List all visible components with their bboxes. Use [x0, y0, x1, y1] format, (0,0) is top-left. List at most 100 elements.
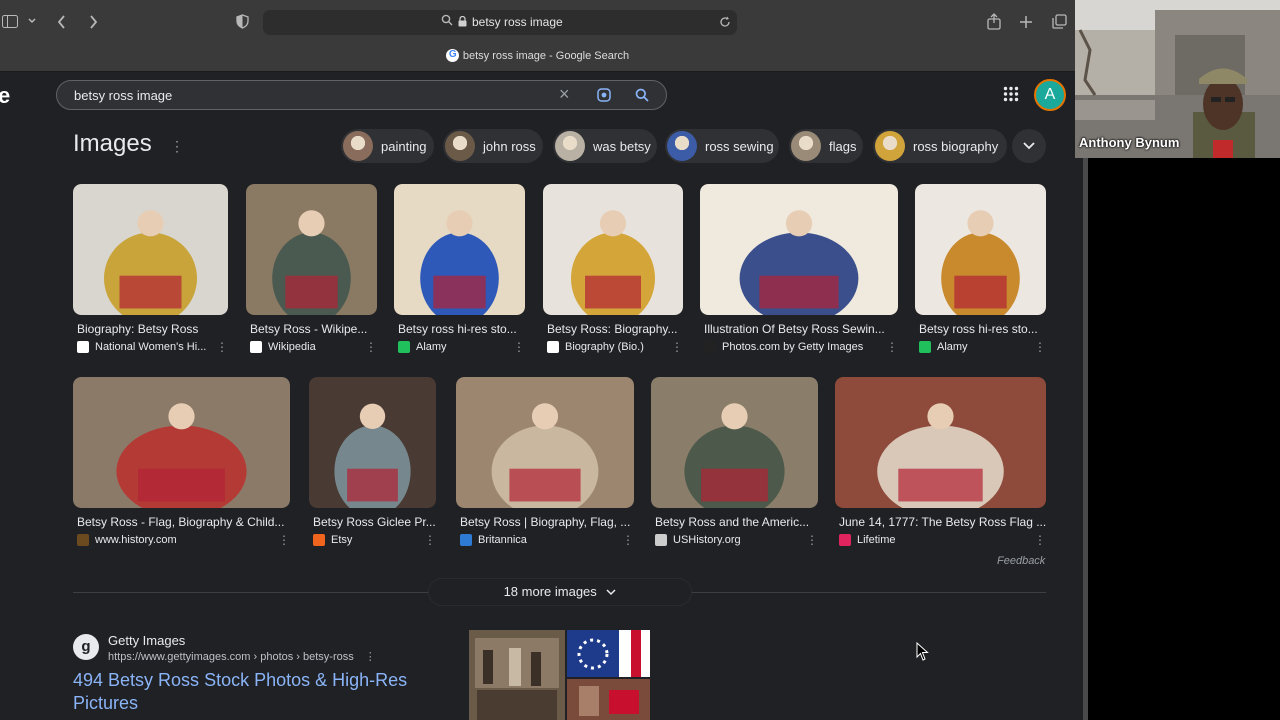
image-source[interactable]: www.history.com [77, 534, 177, 546]
chip-flags[interactable]: flags [789, 129, 863, 163]
image-source[interactable]: Alamy [919, 341, 968, 353]
source-favicon-icon [460, 534, 472, 546]
more-options-icon[interactable]: ⋮ [170, 139, 184, 153]
account-avatar[interactable]: A [1034, 79, 1066, 111]
chips-expand-button[interactable] [1012, 129, 1046, 163]
image-source[interactable]: Lifetime [839, 534, 896, 546]
chip-john-ross[interactable]: john ross [443, 129, 543, 163]
chevron-down-icon[interactable] [28, 18, 36, 24]
chip-ross-biography[interactable]: ross biography [873, 129, 1007, 163]
image-result[interactable]: Betsy Ross - Wikipe... Wikipedia ⋮ [246, 184, 383, 371]
image-result[interactable]: Betsy Ross: Biography... Biography (Bio.)… [543, 184, 689, 371]
google-results-page: e betsy ross image × A Images ⋮ painting… [0, 73, 1088, 720]
image-title[interactable]: Betsy Ross Giclee Pr... [313, 515, 444, 529]
image-title[interactable]: Betsy Ross - Wikipe... [250, 322, 385, 336]
shield-icon[interactable] [236, 14, 249, 29]
image-thumbnail[interactable] [456, 377, 634, 508]
result-site-name[interactable]: Getty Images [108, 633, 185, 648]
participant-name: Anthony Bynum [1079, 135, 1180, 150]
image-title[interactable]: Betsy Ross: Biography... [547, 322, 691, 336]
image-thumbnail[interactable] [700, 184, 898, 315]
image-title[interactable]: Betsy Ross and the Americ... [655, 515, 826, 529]
source-name: Alamy [937, 341, 968, 353]
image-source[interactable]: Photos.com by Getty Images [704, 341, 863, 353]
image-title[interactable]: Betsy Ross | Biography, Flag, ... [460, 515, 642, 529]
search-icon[interactable] [635, 88, 649, 102]
image-result[interactable]: Biography: Betsy Ross National Women's Hi… [73, 184, 234, 371]
image-thumbnail[interactable] [394, 184, 525, 315]
result-thumbnails[interactable] [469, 630, 650, 720]
google-logo[interactable]: e [0, 83, 10, 109]
image-result[interactable]: Betsy ross hi-res sto... Alamy ⋮ [915, 184, 1052, 371]
image-result[interactable]: Illustration Of Betsy Ross Sewin... Photo… [700, 184, 904, 371]
chip-was-betsy[interactable]: was betsy [553, 129, 657, 163]
forward-icon[interactable] [89, 15, 98, 29]
more-options-icon[interactable]: ⋮ [365, 651, 376, 663]
chip-ross-sewing[interactable]: ross sewing [665, 129, 779, 163]
image-source[interactable]: Biography (Bio.) [547, 341, 644, 353]
image-thumbnail[interactable] [915, 184, 1046, 315]
images-heading: Images [73, 130, 152, 157]
image-result[interactable]: Betsy Ross and the Americ... USHistory.or… [651, 377, 824, 564]
source-favicon-icon [919, 341, 931, 353]
image-title[interactable]: Betsy ross hi-res sto... [919, 322, 1054, 336]
screen: betsy ross image betsy ross image - Goog… [0, 0, 1280, 720]
more-options-icon[interactable]: ⋮ [216, 340, 228, 354]
search-input[interactable]: betsy ross image [74, 88, 172, 103]
more-options-icon[interactable]: ⋮ [278, 533, 290, 547]
image-thumbnail[interactable] [73, 184, 228, 315]
back-icon[interactable] [57, 15, 66, 29]
more-options-icon[interactable]: ⋮ [1034, 533, 1046, 547]
reload-icon[interactable] [719, 16, 731, 28]
image-source[interactable]: Wikipedia [250, 341, 316, 353]
chip-painting[interactable]: painting [341, 129, 434, 163]
image-result[interactable]: Betsy Ross Giclee Pr... Etsy ⋮ [309, 377, 442, 564]
more-options-icon[interactable]: ⋮ [513, 340, 525, 354]
image-thumbnail[interactable] [835, 377, 1046, 508]
image-thumbnail[interactable] [651, 377, 818, 508]
image-result[interactable]: Betsy Ross | Biography, Flag, ... Britann… [456, 377, 640, 564]
chip-label: john ross [483, 139, 536, 154]
image-thumbnail[interactable] [543, 184, 683, 315]
address-bar[interactable]: betsy ross image [263, 10, 737, 35]
image-title[interactable]: Illustration Of Betsy Ross Sewin... [704, 322, 906, 336]
more-images-button[interactable]: 18 more images [428, 578, 692, 606]
image-source[interactable]: Etsy [313, 534, 352, 546]
share-icon[interactable] [987, 13, 1001, 30]
image-thumbnail[interactable] [309, 377, 436, 508]
source-name: Etsy [331, 534, 353, 546]
image-thumbnail[interactable] [246, 184, 377, 315]
image-title[interactable]: Biography: Betsy Ross [77, 322, 236, 336]
more-options-icon[interactable]: ⋮ [886, 340, 898, 354]
more-options-icon[interactable]: ⋮ [622, 533, 634, 547]
more-options-icon[interactable]: ⋮ [424, 533, 436, 547]
image-result[interactable]: June 14, 1777: The Betsy Ross Flag ... Li… [835, 377, 1052, 564]
clear-icon[interactable]: × [559, 84, 570, 105]
apps-grid-icon[interactable] [1003, 86, 1019, 102]
image-thumbnail[interactable] [73, 377, 290, 508]
image-source[interactable]: Britannica [460, 534, 527, 546]
source-favicon-icon [839, 534, 851, 546]
sidebar-icon[interactable] [2, 15, 18, 28]
image-source[interactable]: National Women's Hi... [77, 341, 206, 353]
feedback-link[interactable]: Feedback [997, 555, 1045, 567]
image-result[interactable]: Betsy ross hi-res sto... Alamy ⋮ [394, 184, 531, 371]
image-source[interactable]: Alamy [398, 341, 447, 353]
result-title-link[interactable]: 494 Betsy Ross Stock Photos & High-Res P… [73, 669, 433, 715]
more-options-icon[interactable]: ⋮ [1034, 340, 1046, 354]
more-options-icon[interactable]: ⋮ [671, 340, 683, 354]
image-title[interactable]: June 14, 1777: The Betsy Ross Flag ... [839, 515, 1054, 529]
mouse-cursor-icon [916, 642, 929, 661]
image-source[interactable]: USHistory.org [655, 534, 741, 546]
active-tab[interactable]: betsy ross image - Google Search [0, 49, 1075, 62]
search-box[interactable]: betsy ross image × [56, 80, 667, 110]
image-result[interactable]: Betsy Ross - Flag, Biography & Child... w… [73, 377, 296, 564]
result-site-url[interactable]: https://www.gettyimages.com › photos › b… [108, 650, 376, 663]
image-title[interactable]: Betsy ross hi-res sto... [398, 322, 533, 336]
more-options-icon[interactable]: ⋮ [806, 533, 818, 547]
new-tab-icon[interactable] [1020, 16, 1032, 28]
google-lens-icon[interactable] [597, 88, 611, 102]
image-title[interactable]: Betsy Ross - Flag, Biography & Child... [77, 515, 298, 529]
more-options-icon[interactable]: ⋮ [365, 340, 377, 354]
tab-overview-icon[interactable] [1052, 14, 1067, 29]
